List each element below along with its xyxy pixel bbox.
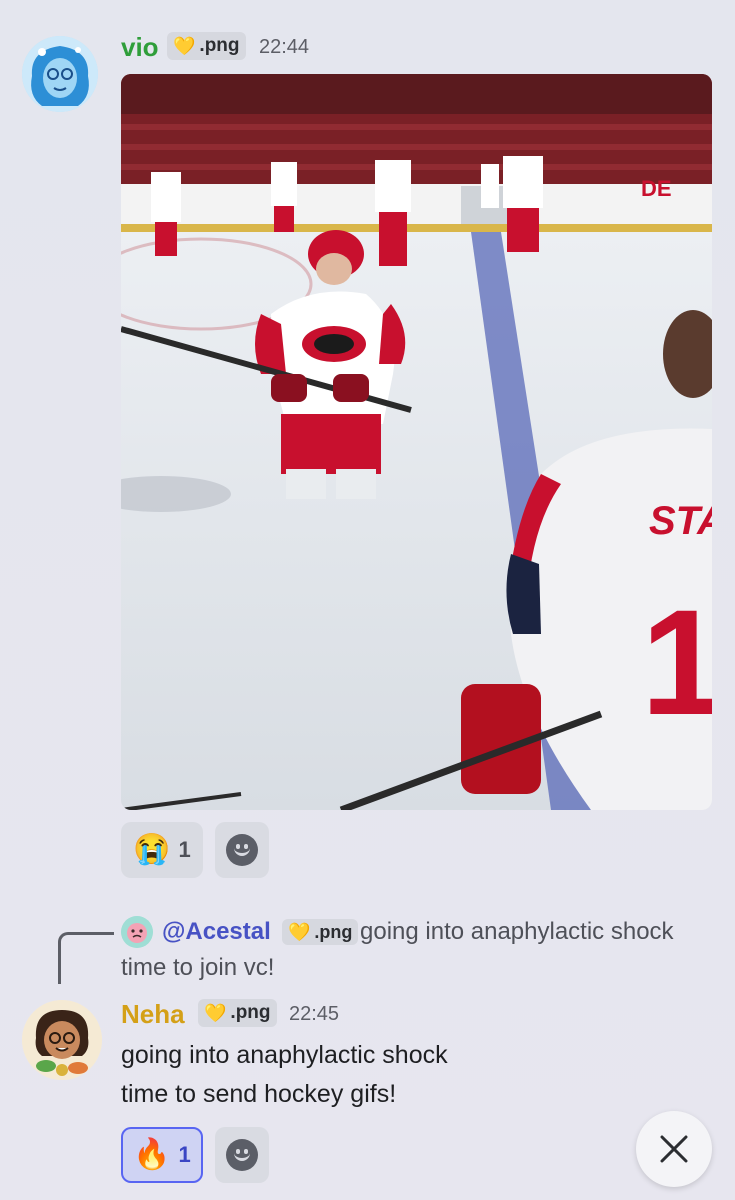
server-tag[interactable]: 💛 .png xyxy=(167,32,246,60)
server-tag[interactable]: 💛 .png xyxy=(198,999,277,1027)
tag-label: .png xyxy=(314,921,353,942)
username-vio[interactable]: vio xyxy=(121,32,159,63)
close-icon xyxy=(660,1135,688,1163)
reaction-count: 1 xyxy=(178,1142,191,1167)
smiley-icon xyxy=(226,1139,258,1171)
timestamp: 22:45 xyxy=(289,1003,340,1025)
add-reaction-button[interactable] xyxy=(215,822,269,878)
smiley-icon xyxy=(226,834,258,866)
reply-connector xyxy=(58,932,114,984)
reply-avatar[interactable] xyxy=(121,916,153,948)
heart-icon: 💛 xyxy=(288,922,311,942)
reaction-count: 1 xyxy=(178,837,191,862)
fire-emoji: 🔥 xyxy=(133,1138,171,1171)
reaction-sob[interactable]: 😭 1 xyxy=(121,822,203,878)
hockey-gif[interactable]: DE STA 1 xyxy=(121,74,712,810)
heart-icon: 💛 xyxy=(173,36,196,56)
heart-icon: 💛 xyxy=(204,1003,227,1023)
jersey-text: STA xyxy=(649,499,712,543)
message-text-line1: going into anaphylactic shock xyxy=(121,1041,448,1069)
sob-emoji: 😭 xyxy=(133,833,171,866)
tag-label: .png xyxy=(199,35,240,56)
reply-mention[interactable]: @Acestal xyxy=(162,918,271,946)
jersey-number: 1 xyxy=(641,578,712,746)
message-text-line2: time to send hockey gifs! xyxy=(121,1080,397,1108)
reply-server-tag[interactable]: 💛 .png xyxy=(282,919,359,945)
reply-preview-line1[interactable]: going into anaphylactic shock xyxy=(360,918,674,946)
timestamp: 22:44 xyxy=(259,36,310,58)
add-reaction-button[interactable] xyxy=(215,1127,269,1183)
username-neha[interactable]: Neha xyxy=(121,999,185,1030)
reply-preview-line2[interactable]: time to join vc! xyxy=(121,954,274,982)
svg-text:DE: DE xyxy=(641,176,672,201)
tag-label: .png xyxy=(230,1002,271,1023)
reaction-fire[interactable]: 🔥 1 xyxy=(121,1127,203,1183)
avatar-vio[interactable] xyxy=(22,36,98,112)
avatar-neha[interactable] xyxy=(22,1000,102,1080)
close-button[interactable] xyxy=(636,1111,712,1187)
